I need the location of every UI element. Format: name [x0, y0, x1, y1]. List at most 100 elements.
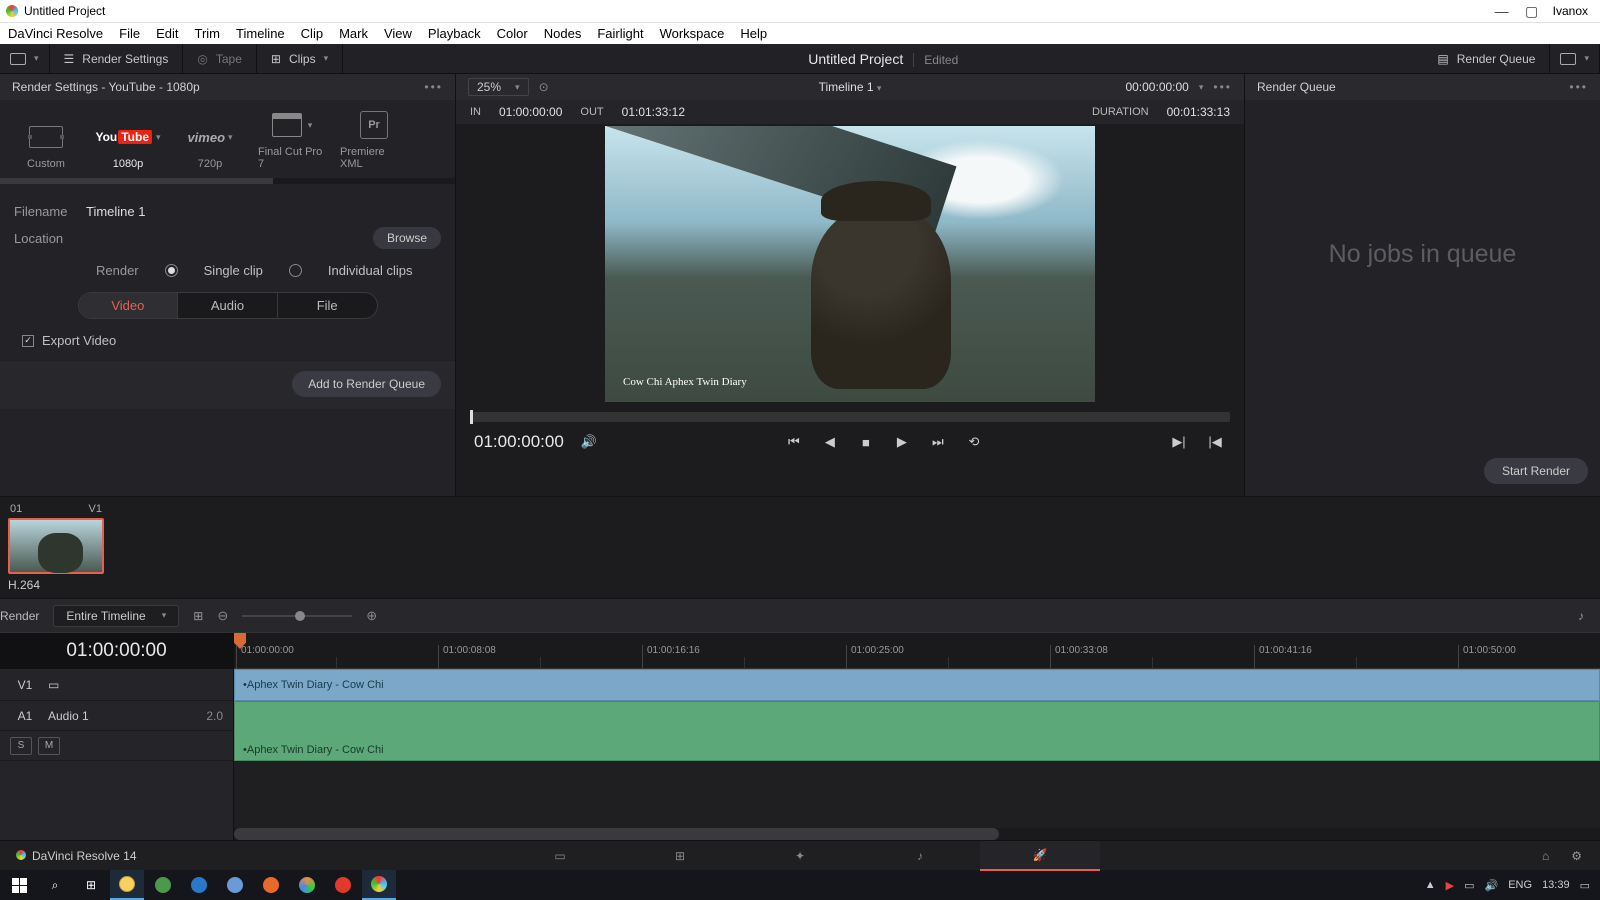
preset-premiere[interactable]: PrPremiere XML [340, 110, 408, 170]
page-color[interactable]: ✦ [740, 841, 860, 871]
menu-trim[interactable]: Trim [195, 26, 221, 41]
menu-fairlight[interactable]: Fairlight [597, 26, 643, 41]
add-to-queue-button[interactable]: Add to Render Queue [292, 371, 441, 397]
search-icon[interactable]: ⌕ [38, 870, 72, 900]
render-settings-button[interactable]: ☰Render Settings [50, 44, 184, 73]
tab-video[interactable]: Video [79, 293, 178, 318]
maximize-button[interactable]: ▢ [1517, 3, 1547, 20]
preset-vimeo[interactable]: vimeo▾720p [176, 122, 244, 170]
stop-button[interactable]: ■ [855, 435, 877, 450]
zoom-in-button[interactable]: ⊕ [366, 608, 377, 624]
thumbnails-icon[interactable]: ⊞ [193, 609, 203, 623]
render-scope-dropdown[interactable]: Entire Timeline▾ [53, 605, 179, 627]
tab-file[interactable]: File [277, 293, 377, 318]
export-video-checkbox[interactable]: ✓ [22, 335, 34, 347]
more-icon[interactable]: ••• [424, 80, 443, 94]
radio-single-clip[interactable] [165, 264, 178, 277]
fit-icon[interactable]: ⊙ [539, 80, 549, 94]
more-icon[interactable]: ••• [1213, 80, 1232, 94]
gear-icon[interactable]: ⚙ [1571, 849, 1582, 863]
tray-icon[interactable]: ▲ [1425, 879, 1436, 891]
preset-scrollbar[interactable] [0, 178, 455, 184]
tape-button[interactable]: ◎Tape [183, 44, 257, 73]
menu-workspace[interactable]: Workspace [660, 26, 725, 41]
toolbar-dropdown[interactable]: ▾ [0, 44, 50, 73]
menu-view[interactable]: View [384, 26, 412, 41]
volume-icon[interactable]: 🔊 [578, 434, 600, 450]
browse-button[interactable]: Browse [373, 227, 441, 249]
taskbar-opera[interactable] [326, 870, 360, 900]
render-queue-button[interactable]: ▤Render Queue [1423, 44, 1550, 73]
video-preview[interactable]: Cow Chi Aphex Twin Diary [605, 126, 1095, 402]
page-edit[interactable]: ⊞ [620, 841, 740, 871]
tray-language[interactable]: ENG [1508, 879, 1532, 891]
taskbar-firefox[interactable] [254, 870, 288, 900]
tray-notifications-icon[interactable]: ▭ [1580, 879, 1590, 892]
clip-thumbnail[interactable]: 01V1 H.264 [8, 503, 104, 592]
page-fairlight[interactable]: ♪ [860, 841, 980, 871]
solo-button[interactable]: S [10, 737, 32, 755]
track-header-a1[interactable]: A1Audio 12.0 [0, 701, 233, 731]
first-frame-button[interactable]: ⏮ [783, 434, 805, 450]
minimize-button[interactable]: — [1487, 3, 1517, 19]
preset-youtube[interactable]: YouTube▾1080p [94, 122, 162, 170]
menu-playback[interactable]: Playback [428, 26, 481, 41]
task-view-icon[interactable]: ⊞ [74, 870, 108, 900]
tray-icon[interactable]: ▭ [1464, 879, 1474, 892]
menu-clip[interactable]: Clip [301, 26, 323, 41]
menu-app[interactable]: DaVinci Resolve [8, 26, 103, 41]
tray-icon[interactable]: ▶ [1446, 879, 1454, 892]
timeline-ruler[interactable]: 01:00:00:00 01:00:08:08 01:00:16:16 01:0… [234, 633, 1600, 669]
viewer-timecode[interactable]: 00:00:00:00 [1125, 80, 1188, 94]
menu-mark[interactable]: Mark [339, 26, 368, 41]
taskbar-chrome[interactable] [290, 870, 324, 900]
track-header-v1[interactable]: V1▭ [0, 669, 233, 701]
out-timecode[interactable]: 01:01:33:12 [622, 105, 685, 119]
audio-icon[interactable]: ♪ [1578, 609, 1584, 623]
taskbar-resolve[interactable] [362, 870, 396, 900]
prev-frame-button[interactable]: ◀ [819, 434, 841, 450]
zoom-out-button[interactable]: ⊖ [217, 608, 228, 624]
taskbar-app-2[interactable] [218, 870, 252, 900]
page-deliver[interactable]: 🚀 [980, 841, 1100, 871]
preset-fcp[interactable]: ▾Final Cut Pro 7 [258, 110, 326, 170]
zoom-dropdown[interactable]: 25%▾ [468, 78, 529, 96]
in-timecode[interactable]: 01:00:00:00 [499, 105, 562, 119]
clips-button[interactable]: ⊞Clips▾ [257, 44, 343, 73]
zoom-slider[interactable] [242, 615, 352, 617]
menu-timeline[interactable]: Timeline [236, 26, 285, 41]
timeline-timecode[interactable]: 01:00:00:00 [0, 633, 233, 669]
start-render-button[interactable]: Start Render [1484, 458, 1588, 484]
audio-clip[interactable]: • Aphex Twin Diary - Cow Chi [234, 701, 1600, 761]
tray-volume-icon[interactable]: 🔊 [1485, 879, 1499, 892]
playhead-timecode[interactable]: 01:00:00:00 [474, 432, 564, 452]
taskbar-explorer[interactable] [110, 870, 144, 900]
filename-field[interactable]: Timeline 1 [86, 204, 145, 219]
menu-edit[interactable]: Edit [156, 26, 178, 41]
home-icon[interactable]: ⌂ [1542, 849, 1549, 863]
tray-clock[interactable]: 13:39 [1542, 879, 1570, 891]
jump-prev-button[interactable]: |◀ [1204, 434, 1226, 450]
jump-next-button[interactable]: ▶| [1168, 434, 1190, 450]
menu-file[interactable]: File [119, 26, 140, 41]
menu-help[interactable]: Help [740, 26, 767, 41]
more-icon[interactable]: ••• [1569, 80, 1588, 94]
radio-individual-clips[interactable] [289, 264, 302, 277]
tab-audio[interactable]: Audio [177, 293, 277, 318]
menu-nodes[interactable]: Nodes [544, 26, 582, 41]
preset-custom[interactable]: Custom [12, 122, 80, 170]
timeline-scrollbar[interactable] [234, 828, 1600, 840]
start-button[interactable] [2, 870, 36, 900]
mute-button[interactable]: M [38, 737, 60, 755]
timeline-tracks[interactable]: 01:00:00:00 01:00:08:08 01:00:16:16 01:0… [234, 633, 1600, 840]
video-clip[interactable]: • Aphex Twin Diary - Cow Chi [234, 669, 1600, 701]
toolbar-dropdown-right[interactable]: ▾ [1550, 44, 1600, 73]
play-button[interactable]: ▶ [891, 434, 913, 450]
page-media[interactable]: ▭ [500, 841, 620, 871]
timeline-selector[interactable]: Timeline 1 ▾ [819, 80, 882, 94]
loop-button[interactable]: ⟲ [963, 434, 985, 450]
taskbar-edge[interactable] [182, 870, 216, 900]
next-frame-button[interactable]: ⏭ [927, 434, 949, 450]
taskbar-app-1[interactable] [146, 870, 180, 900]
menu-color[interactable]: Color [497, 26, 528, 41]
